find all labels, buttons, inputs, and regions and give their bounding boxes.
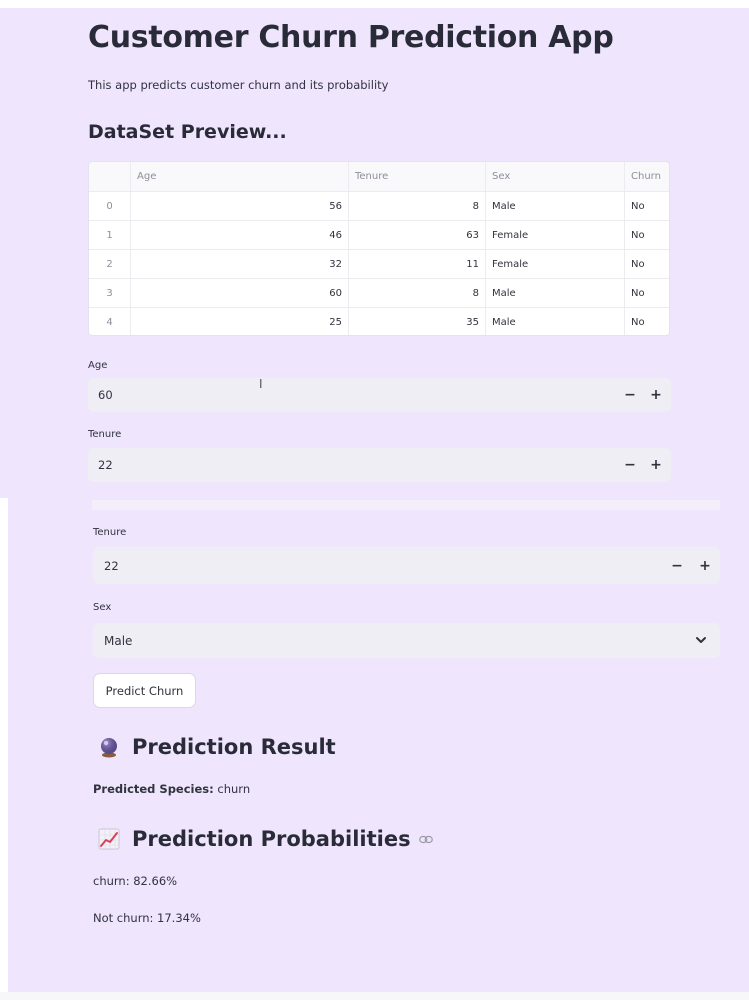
row-index: 3 [89,279,131,307]
column-header-age[interactable]: Age [131,162,349,191]
cell-tenure: 8 [349,279,486,307]
text-cursor-icon: I [259,377,263,391]
tenure-input[interactable]: 22 − + [93,547,720,584]
predicted-species-label: Predicted Species: [93,782,214,796]
table-row: 4 25 35 Male No [89,308,669,335]
table-row: 0 56 8 Male No [89,192,669,221]
prediction-probabilities-heading: Prediction Probabilities [98,827,433,851]
dataset-table[interactable]: Age Tenure Sex Churn 0 56 8 Male No 1 46… [88,161,670,336]
sex-selected-value[interactable]: Male [93,634,132,648]
row-index: 4 [89,308,131,335]
column-header-index [89,162,131,191]
prediction-probabilities-title: Prediction Probabilities [132,827,411,851]
tenure-label-top: Tenure [88,429,122,440]
cell-sex: Female [486,250,625,278]
table-row: 2 32 11 Female No [89,250,669,279]
cell-age: 25 [131,308,349,335]
cell-churn: No [631,287,645,299]
age-increment-button[interactable]: + [643,378,669,412]
predicted-species-value: churn [217,782,251,796]
age-value[interactable]: 60 [88,388,113,402]
cell-churn: No [631,317,645,328]
tenure-value-top[interactable]: 22 [88,458,113,472]
link-icon[interactable] [418,835,433,844]
column-header-churn[interactable]: Churn [625,162,669,191]
cell-age: 32 [131,250,349,278]
row-index: 2 [89,250,131,278]
column-header-tenure[interactable]: Tenure [349,162,486,191]
cell-sex: Female [486,221,625,249]
predicted-species-line: Predicted Species: churn [93,782,250,796]
crystal-ball-icon [101,738,117,758]
not-churn-probability: Not churn: 17.34% [93,911,201,925]
row-index: 1 [89,221,131,249]
table-header-row: Age Tenure Sex Churn [89,162,669,192]
tenure-label: Tenure [93,527,127,538]
page-title: Customer Churn Prediction App [88,20,614,55]
dataset-heading: DataSet Preview... [88,121,287,143]
churn-probability: churn: 82.66% [93,874,178,888]
tenure-value[interactable]: 22 [93,559,119,573]
cell-age: 46 [131,221,349,249]
cell-age: 56 [131,192,349,220]
cell-sex: Male [486,308,625,335]
cell-churn: No [631,200,645,212]
tenure-decrement-button[interactable]: − [664,547,690,584]
age-decrement-button[interactable]: − [617,378,643,412]
column-header-sex[interactable]: Sex [486,162,625,191]
sex-label: Sex [93,602,112,613]
cell-churn: No [631,258,645,270]
chart-increasing-icon [98,828,120,850]
predict-churn-button[interactable]: Predict Churn [93,673,196,708]
prediction-result-heading: Prediction Result [98,735,336,759]
tenure-decrement-button-top[interactable]: − [617,448,643,482]
cell-age: 60 [131,279,349,307]
cell-sex: Male [486,279,625,307]
page-subtitle: This app predicts customer churn and its… [88,78,389,92]
cell-tenure: 63 [349,221,486,249]
tenure-input-top[interactable]: 22 − + [88,448,671,482]
divider [92,500,720,510]
row-index: 0 [89,192,131,220]
prediction-result-title: Prediction Result [132,735,336,759]
cell-tenure: 8 [349,192,486,220]
sex-select[interactable]: Male [93,623,720,658]
table-row: 1 46 63 Female No [89,221,669,250]
cell-churn: No [631,229,645,241]
tenure-increment-button[interactable]: + [692,547,718,584]
age-input[interactable]: 60 − + [88,378,671,412]
chevron-down-icon[interactable] [694,633,708,647]
cell-sex: Male [486,192,625,220]
cell-tenure: 35 [349,308,486,335]
age-label: Age [88,360,108,371]
table-row: 3 60 8 Male No [89,279,669,308]
bottom-strip [0,992,749,1000]
tenure-increment-button-top[interactable]: + [643,448,669,482]
cell-tenure: 11 [349,250,486,278]
